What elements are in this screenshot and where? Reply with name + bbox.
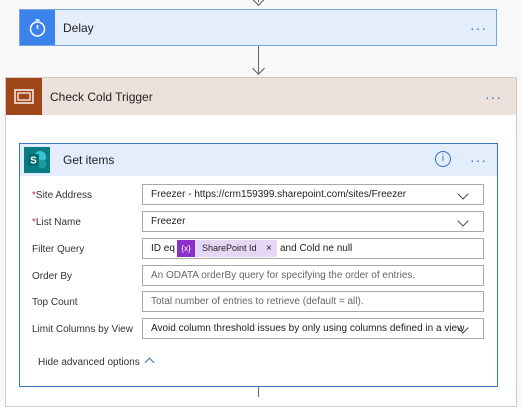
list-name-dropdown[interactable]: Freezer [142,211,484,232]
chevron-down-icon [457,188,469,200]
variable-icon: {x} [177,240,195,257]
stopwatch-icon [20,10,55,45]
get-items-more-options-icon[interactable]: ··· [470,153,492,167]
list-name-label-text: List Name [35,217,81,228]
top-count-input[interactable]: Total number of entries to retrieve (def… [142,291,484,312]
order-by-label: Order By [32,271,73,282]
get-items-header[interactable]: S Get items i ··· [20,144,497,176]
chevron-down-icon [457,215,469,227]
hide-advanced-options-toggle[interactable]: Hide advanced options [38,354,168,368]
order-by-input[interactable]: An ODATA orderBy query for specifying th… [142,265,484,286]
scope-icon [6,78,42,115]
bottom-connector-line [258,387,259,397]
filter-query-suffix: and Cold ne null [280,243,353,254]
limit-columns-label: Limit Columns by View [32,324,133,335]
scope-more-options-icon[interactable]: ··· [485,90,507,104]
delay-more-options-icon[interactable]: ··· [470,21,492,35]
delay-action-card[interactable]: Delay ··· [19,9,497,46]
top-connector-arrow [252,0,265,6]
limit-columns-value: Avoid column threshold issues by only us… [151,323,465,334]
site-address-dropdown[interactable]: Freezer - https://crm159399.sharepoint.c… [142,184,484,205]
sharepoint-icon: S [24,147,50,173]
get-items-action-card: S Get items i ··· *Site Address Freezer … [19,143,498,387]
chevron-up-icon [144,357,155,368]
svg-text:S: S [30,156,37,167]
token-remove-icon[interactable]: × [266,240,272,257]
sharepoint-id-token-label: SharePoint Id [202,243,257,253]
scope-header[interactable]: Check Cold Trigger ··· [6,78,516,115]
hide-advanced-options-label: Hide advanced options [38,357,140,368]
filter-query-prefix: ID eq [151,243,175,254]
top-count-label: Top Count [32,297,78,308]
site-address-label: *Site Address [32,190,92,201]
sharepoint-id-token[interactable]: {x} SharePoint Id × [177,240,277,257]
delay-title: Delay [63,21,94,35]
list-name-label: *List Name [32,217,81,228]
delay-to-scope-arrow [252,62,265,75]
list-name-value: Freezer [151,216,186,227]
site-address-value: Freezer - https://crm159399.sharepoint.c… [151,189,407,200]
site-address-label-text: Site Address [35,190,93,201]
scope-title: Check Cold Trigger [50,90,153,104]
info-icon-glyph: i [441,153,445,164]
filter-query-input[interactable]: ID eq {x} SharePoint Id × and Cold ne nu… [142,238,484,259]
order-by-placeholder: An ODATA orderBy query for specifying th… [151,270,416,281]
filter-query-label: Filter Query [32,244,85,255]
get-items-title: Get items [63,153,115,167]
limit-columns-dropdown[interactable]: Avoid column threshold issues by only us… [142,318,484,339]
top-count-placeholder: Total number of entries to retrieve (def… [151,296,364,307]
info-icon[interactable]: i [435,151,451,167]
